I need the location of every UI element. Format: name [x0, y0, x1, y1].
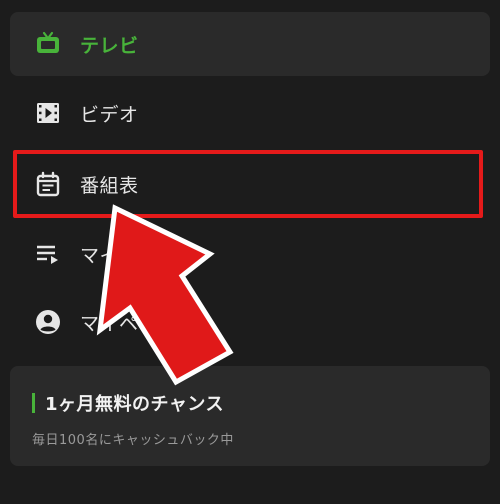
promo-accent-bar — [32, 393, 35, 413]
nav-item-mylist[interactable]: マイリスト — [10, 222, 490, 286]
promo-card[interactable]: 1ヶ月無料のチャンス 毎日100名にキャッシュバック中 — [10, 366, 490, 466]
nav-item-tv[interactable]: テレビ — [10, 12, 490, 76]
tv-icon — [34, 30, 62, 58]
video-icon — [34, 99, 62, 127]
nav-item-video[interactable]: ビデオ — [10, 81, 490, 145]
nav-label-video: ビデオ — [80, 103, 139, 126]
playlist-icon — [34, 240, 62, 268]
nav-label-mylist: マイリスト — [80, 244, 178, 267]
highlight-box — [13, 150, 483, 218]
nav-label-mypage: マイページ — [80, 312, 178, 335]
promo-title: 1ヶ月無料のチャンス — [45, 394, 224, 415]
account-icon — [34, 308, 62, 336]
nav-label-tv: テレビ — [80, 34, 139, 57]
promo-subtitle: 毎日100名にキャッシュバック中 — [32, 433, 234, 448]
nav-item-mypage[interactable]: マイページ — [10, 290, 490, 354]
